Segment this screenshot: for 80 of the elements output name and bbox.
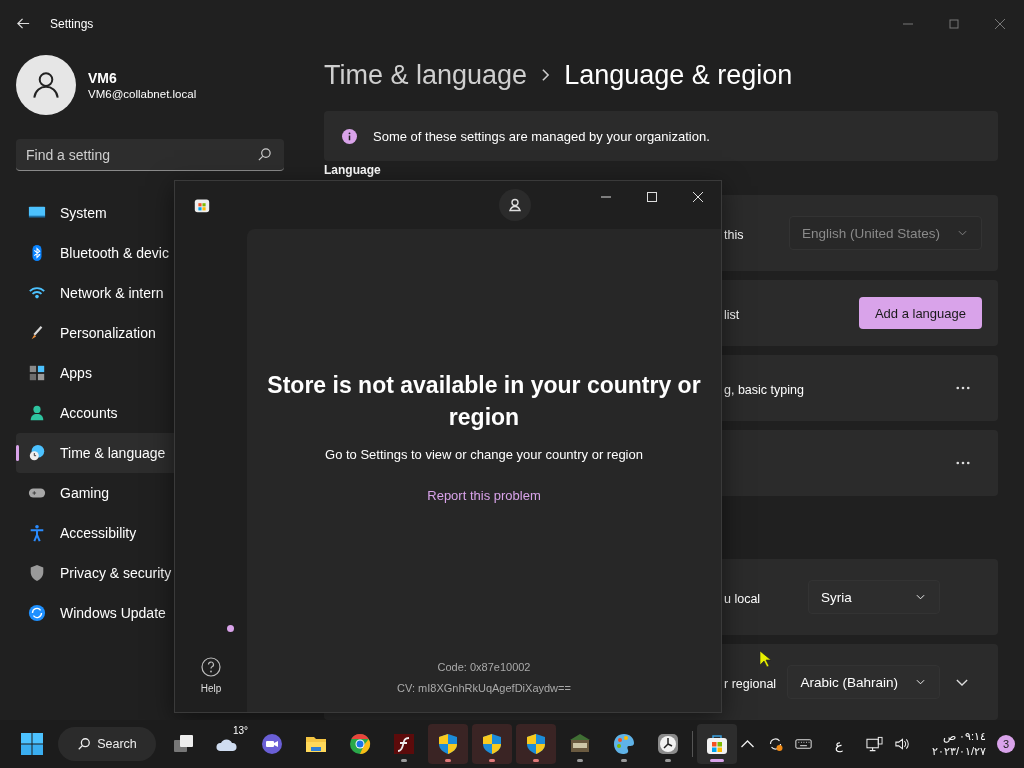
- sync-icon[interactable]: [767, 736, 784, 752]
- back-arrow-icon[interactable]: [16, 16, 31, 31]
- notification-badge[interactable]: 3: [997, 735, 1016, 753]
- sidebar-item[interactable]: Privacy & security: [16, 553, 174, 593]
- setting-label: list: [724, 308, 740, 322]
- shield-icon: [436, 732, 460, 756]
- setting-label: r regional: [724, 677, 777, 691]
- sidebar-item[interactable]: Bluetooth & devic: [16, 233, 174, 273]
- info-icon: [342, 128, 357, 144]
- chevron-down-icon: [916, 679, 925, 685]
- taskbar-app[interactable]: [428, 724, 468, 764]
- time-icon: [28, 444, 46, 462]
- person-icon: [507, 197, 523, 213]
- clock-time[interactable]: ٠٩:١٤ ص: [943, 729, 987, 744]
- flash-icon: [392, 732, 416, 756]
- help-icon: [201, 657, 221, 677]
- user-email: VM6@collabnet.local: [88, 88, 197, 100]
- error-code: Code: 0x87e10002: [436, 661, 532, 673]
- mouse-pointer-icon: [759, 650, 771, 668]
- expand-icon[interactable]: [956, 678, 968, 686]
- sidebar-item[interactable]: System: [16, 193, 174, 233]
- sidebar-item[interactable]: Accounts: [16, 393, 174, 433]
- meet-icon: [260, 732, 284, 756]
- maximize-icon[interactable]: [646, 191, 658, 203]
- sidebar-item[interactable]: Accessibility: [16, 513, 174, 553]
- volume-icon[interactable]: [894, 736, 911, 752]
- dropdown[interactable]: Syria: [808, 580, 940, 614]
- sidebar-item[interactable]: Network & intern: [16, 273, 174, 313]
- sidebar-item[interactable]: Apps: [16, 353, 174, 393]
- search-field[interactable]: Find a setting: [16, 139, 284, 171]
- add-language-button[interactable]: Add a language: [858, 297, 982, 329]
- error-message: Go to Settings to view or change your country or region: [325, 447, 643, 462]
- paint-icon: [612, 732, 636, 756]
- search-icon[interactable]: [257, 147, 272, 162]
- temperature: 13°: [232, 725, 248, 736]
- update-icon: [28, 604, 46, 622]
- chevron-right-icon: [541, 68, 551, 82]
- sidebar-item[interactable]: Time & language: [16, 433, 174, 473]
- search-icon: [77, 737, 92, 751]
- error-heading: Store is not available in your country or region: [266, 371, 702, 432]
- taskbar-search[interactable]: Search: [58, 727, 156, 761]
- setting-label: u local: [724, 592, 761, 606]
- accounts-icon: [28, 404, 46, 422]
- shield-icon: [524, 732, 548, 756]
- sidebar-item[interactable]: Windows Update: [16, 593, 174, 633]
- chevron-down-icon: [958, 230, 967, 236]
- sidebar-item[interactable]: Personalization: [16, 313, 174, 353]
- setting-label: g, basic typing: [724, 383, 804, 397]
- clock-icon: [656, 732, 680, 756]
- clock-date[interactable]: ٢٠٢٣/٠١/٢٧: [932, 744, 987, 759]
- dropdown[interactable]: Arabic (Bahrain): [787, 665, 940, 699]
- correlation-vector: CV: mI8XGnhRkUqAgefDiXaydw==: [397, 682, 571, 694]
- chevron-down-icon: [916, 594, 925, 600]
- shield-icon: [480, 732, 504, 756]
- start-icon[interactable]: [20, 732, 44, 756]
- privacy-icon: [28, 564, 46, 582]
- taskbar-app[interactable]: [472, 724, 512, 764]
- apps-icon: [28, 364, 46, 382]
- breadcrumb-parent[interactable]: Time & language: [324, 59, 528, 91]
- info-text: Some of these settings are managed by your organization.: [373, 128, 710, 144]
- taskbar-app[interactable]: 13°: [208, 724, 248, 764]
- section-heading: Language: [324, 163, 382, 177]
- taskbar-app[interactable]: [516, 724, 556, 764]
- network-icon[interactable]: [866, 736, 883, 752]
- sidebar-item[interactable]: Gaming: [16, 473, 174, 513]
- chrome-icon: [348, 732, 372, 756]
- taskbar-app[interactable]: [697, 724, 737, 764]
- store-icon: [705, 732, 729, 756]
- setting-label: this: [724, 228, 744, 242]
- more-icon[interactable]: [956, 386, 970, 390]
- keyboard-icon[interactable]: [795, 736, 812, 752]
- user-name: VM6: [88, 70, 118, 86]
- input-language[interactable]: ع: [835, 736, 843, 752]
- page-title: Language & region: [564, 59, 793, 91]
- report-link[interactable]: Report this problem: [427, 488, 541, 503]
- help-button[interactable]: Help: [200, 657, 222, 694]
- accessibility-icon: [28, 524, 46, 542]
- window-title: Settings: [50, 16, 94, 31]
- account-button[interactable]: [499, 189, 531, 221]
- more-icon[interactable]: [956, 461, 970, 465]
